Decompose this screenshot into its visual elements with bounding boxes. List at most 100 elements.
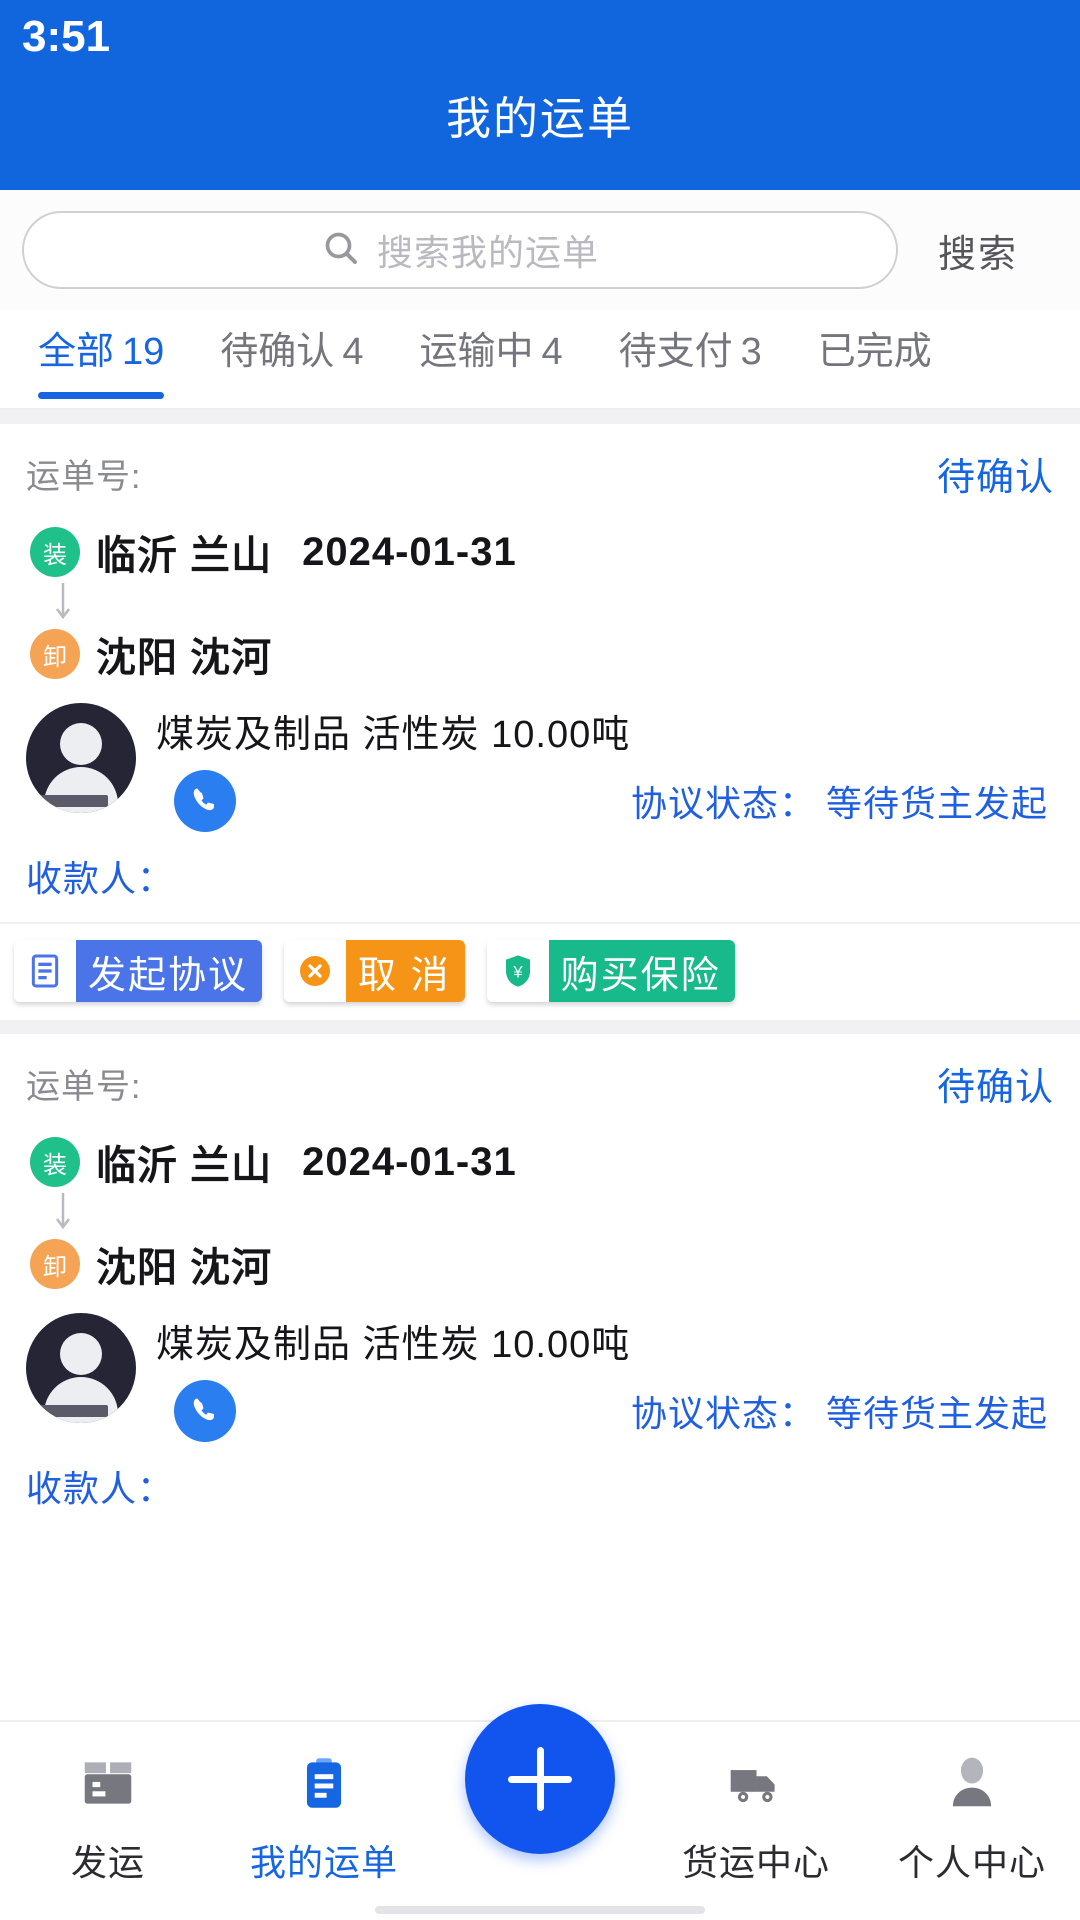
- order-number-label: 运单号:: [26, 458, 142, 496]
- payee-label: 收款人：: [26, 1468, 175, 1509]
- tab-completed[interactable]: 已完成: [818, 310, 970, 375]
- tab-label: 待支付: [618, 331, 733, 373]
- unload-row: 卸 沈阳 沈河: [30, 1235, 1054, 1293]
- avatar-head: [60, 1333, 102, 1375]
- status-badge: 待确认: [936, 1067, 1054, 1109]
- tab-in-transit[interactable]: 运输中 4: [419, 310, 592, 375]
- cargo-section: 煤炭及制品 活性炭 10.00吨 协议状态： 等待货主发起: [26, 703, 1054, 832]
- search-row: 搜索我的运单 搜索: [0, 190, 1080, 310]
- load-place: 临沂 兰山: [96, 534, 273, 578]
- nav-label: 货运中心: [681, 1842, 830, 1883]
- cargo-meta-row: 协议状态： 等待货主发起: [156, 770, 1054, 832]
- cancel-button[interactable]: 取 消: [284, 940, 465, 1002]
- buy-insurance-button[interactable]: ¥ 购买保险: [486, 940, 735, 1002]
- svg-text:¥: ¥: [512, 963, 523, 982]
- list-divider: [0, 410, 1080, 424]
- cargo-meta-row: 协议状态： 等待货主发起: [156, 1380, 1054, 1442]
- tab-count: 4: [541, 331, 563, 373]
- waybill-list: 运单号: 待确认 装 临沂 兰山 2024-01-31 卸 沈阳 沈河 煤炭及制…: [0, 410, 1080, 1532]
- tab-label: 全部: [38, 331, 115, 373]
- unload-badge-icon: 卸: [30, 1239, 80, 1289]
- truck-icon: [725, 1746, 787, 1820]
- unload-place: 沈阳 沈河: [96, 636, 273, 680]
- tab-label: 已完成: [817, 331, 932, 373]
- add-button[interactable]: [465, 1704, 615, 1854]
- avatar-icon: [26, 1313, 136, 1423]
- tab-pending-confirm[interactable]: 待确认 4: [220, 310, 393, 375]
- cargo-details: 煤炭及制品 活性炭 10.00吨 协议状态： 等待货主发起: [136, 1313, 1054, 1442]
- home-indicator: [375, 1906, 705, 1914]
- waybill-card[interactable]: 运单号: 待确认 装 临沂 兰山 2024-01-31 卸 沈阳 沈河 煤炭及制…: [0, 1034, 1080, 1532]
- action-label: 发起协议: [76, 940, 263, 1002]
- initiate-agreement-button[interactable]: 发起协议: [14, 940, 263, 1002]
- card-header: 运单号: 待确认: [26, 1056, 1054, 1111]
- bottom-navigation: 发运 我的运单 货运中心 个人中心: [0, 1704, 1080, 1920]
- search-button[interactable]: 搜索: [898, 223, 1058, 278]
- route-arrow: [30, 1191, 1054, 1235]
- status-time: 3:51: [22, 12, 111, 61]
- status-bar: 3:51 我的运单: [0, 0, 1080, 190]
- tab-bar[interactable]: 全部 19 待确认 4 运输中 4 待支付 3 已完成: [0, 310, 1080, 410]
- tab-underline: [0, 408, 1080, 410]
- phone-icon[interactable]: [174, 770, 236, 832]
- cargo-description: 煤炭及制品 活性炭 10.00吨: [156, 1324, 631, 1366]
- card-header: 运单号: 待确认: [26, 446, 1054, 501]
- document-icon: [14, 940, 76, 1002]
- status-badge: 待确认: [936, 457, 1054, 499]
- tab-label: 运输中: [419, 331, 534, 373]
- search-input[interactable]: 搜索我的运单: [22, 211, 898, 289]
- tab-count: 3: [740, 331, 762, 373]
- load-badge-icon: 装: [30, 527, 80, 577]
- list-divider: [0, 1020, 1080, 1034]
- payee-label: 收款人：: [26, 858, 175, 899]
- cargo-description: 煤炭及制品 活性炭 10.00吨: [156, 714, 631, 756]
- agreement-label: 协议状态：: [630, 1393, 816, 1434]
- avatar-head: [60, 723, 102, 765]
- unload-row: 卸 沈阳 沈河: [30, 625, 1054, 683]
- load-date: 2024-01-31: [302, 529, 517, 574]
- action-label: 取 消: [346, 940, 465, 1002]
- unload-badge-icon: 卸: [30, 629, 80, 679]
- card-actions: 发起协议 取 消 ¥ 购买保险: [0, 922, 1080, 1020]
- order-number-label: 运单号:: [26, 1068, 142, 1106]
- nav-label: 我的运单: [249, 1842, 398, 1883]
- nav-label: 发运: [70, 1842, 145, 1883]
- nav-item-personal-center[interactable]: 个人中心: [864, 1746, 1080, 1886]
- route-section: 装 临沂 兰山 2024-01-31 卸 沈阳 沈河: [26, 523, 1054, 683]
- nav-item-shipping[interactable]: 发运: [0, 1746, 216, 1886]
- nav-item-freight-center[interactable]: 货运中心: [648, 1746, 864, 1886]
- waybill-card[interactable]: 运单号: 待确认 装 临沂 兰山 2024-01-31 卸 沈阳 沈河 煤炭及制…: [0, 424, 1080, 922]
- agreement-value: 等待货主发起: [825, 1393, 1048, 1434]
- load-place: 临沂 兰山: [96, 1144, 273, 1188]
- load-badge-icon: 装: [30, 1137, 80, 1187]
- agreement-status: 协议状态： 等待货主发起: [631, 775, 1048, 827]
- load-row: 装 临沂 兰山 2024-01-31: [30, 523, 1054, 581]
- tab-pending-payment[interactable]: 待支付 3: [619, 310, 792, 375]
- avatar-plate: [40, 795, 108, 807]
- nav-label: 个人中心: [897, 1842, 1046, 1883]
- nav-item-my-waybills[interactable]: 我的运单: [216, 1746, 432, 1886]
- search-icon: [321, 228, 361, 273]
- tab-all[interactable]: 全部 19: [38, 310, 194, 399]
- clipboard-icon: [293, 1746, 355, 1820]
- tab-count: 4: [342, 331, 364, 373]
- tab-count: 19: [122, 331, 165, 373]
- phone-icon[interactable]: [174, 1380, 236, 1442]
- unload-place: 沈阳 沈河: [96, 1246, 273, 1290]
- tab-label: 待确认: [220, 331, 335, 373]
- route-section: 装 临沂 兰山 2024-01-31 卸 沈阳 沈河: [26, 1133, 1054, 1293]
- agreement-label: 协议状态：: [630, 783, 816, 824]
- avatar-icon: [26, 703, 136, 813]
- page-title: 我的运单: [445, 93, 634, 144]
- box-icon: [77, 1746, 139, 1820]
- person-icon: [941, 1746, 1003, 1820]
- avatar-plate: [40, 1405, 108, 1417]
- agreement-value: 等待货主发起: [825, 783, 1048, 824]
- load-date: 2024-01-31: [302, 1139, 517, 1184]
- action-label: 购买保险: [548, 940, 735, 1002]
- load-row: 装 临沂 兰山 2024-01-31: [30, 1133, 1054, 1191]
- plus-icon-vertical: [536, 1747, 544, 1811]
- agreement-status: 协议状态： 等待货主发起: [631, 1385, 1048, 1437]
- cargo-details: 煤炭及制品 活性炭 10.00吨 协议状态： 等待货主发起: [136, 703, 1054, 832]
- close-circle-icon: [284, 940, 347, 1002]
